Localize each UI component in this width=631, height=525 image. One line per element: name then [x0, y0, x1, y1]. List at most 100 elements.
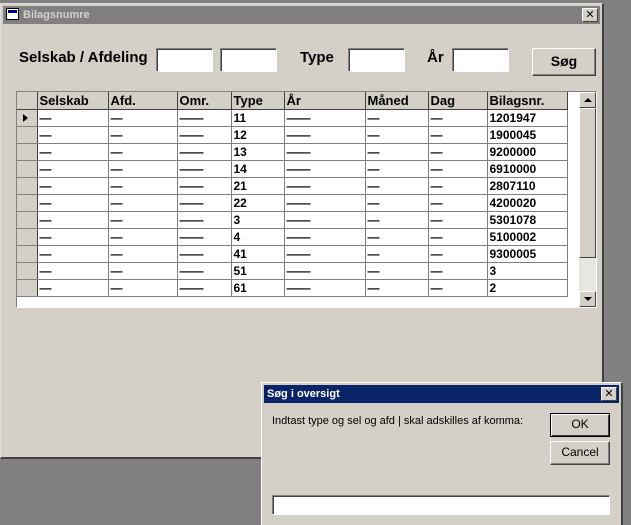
table-cell[interactable]: —	[37, 211, 109, 229]
table-cell[interactable]: 14	[231, 160, 285, 178]
table-cell[interactable]: 1900045	[487, 126, 568, 144]
table-cell[interactable]: ——	[284, 194, 366, 212]
table-cell[interactable]: —	[428, 228, 488, 246]
column-header[interactable]: Omr.	[177, 92, 232, 110]
table-cell[interactable]: 2	[487, 279, 568, 297]
table-cell[interactable]: —	[108, 194, 178, 212]
table-row[interactable]: — — —— 14 —— — —6910000	[17, 160, 568, 178]
table-cell[interactable]: 4200020	[487, 194, 568, 212]
table-cell[interactable]: ——	[177, 194, 232, 212]
table-cell[interactable]: ——	[284, 143, 366, 161]
table-cell[interactable]: —	[365, 109, 429, 127]
table-cell[interactable]: —	[428, 177, 488, 195]
table-cell[interactable]: —	[37, 126, 109, 144]
table-cell[interactable]: ——	[284, 279, 366, 297]
table-cell[interactable]: 6910000	[487, 160, 568, 178]
table-cell[interactable]: 4	[231, 228, 285, 246]
row-selector[interactable]	[17, 279, 38, 297]
row-selector[interactable]	[17, 194, 38, 212]
table-cell[interactable]: —	[37, 262, 109, 280]
search-query-input[interactable]	[272, 495, 610, 515]
scroll-down-button[interactable]	[579, 291, 596, 307]
row-selector[interactable]	[17, 109, 38, 127]
table-cell[interactable]: —	[428, 143, 488, 161]
table-cell[interactable]: —	[37, 245, 109, 263]
scroll-thumb[interactable]	[579, 108, 596, 258]
table-cell[interactable]: ——	[177, 177, 232, 195]
cancel-button[interactable]: Cancel	[550, 441, 610, 465]
table-cell[interactable]: —	[37, 228, 109, 246]
row-selector[interactable]	[17, 262, 38, 280]
table-cell[interactable]: 5301078	[487, 211, 568, 229]
table-row[interactable]: — — —— 21 —— — —2807110	[17, 177, 568, 195]
row-selector[interactable]	[17, 177, 38, 195]
table-cell[interactable]: —	[108, 279, 178, 297]
table-cell[interactable]: 12	[231, 126, 285, 144]
table-cell[interactable]: ——	[284, 245, 366, 263]
table-cell[interactable]: ——	[284, 109, 366, 127]
row-selector[interactable]	[17, 143, 38, 161]
table-cell[interactable]: —	[428, 194, 488, 212]
table-cell[interactable]: ——	[177, 228, 232, 246]
table-cell[interactable]: —	[428, 109, 488, 127]
table-cell[interactable]: 22	[231, 194, 285, 212]
table-cell[interactable]: —	[108, 262, 178, 280]
table-cell[interactable]: ——	[177, 279, 232, 297]
column-header[interactable]: Dag	[428, 92, 488, 110]
row-selector[interactable]	[17, 245, 38, 263]
table-cell[interactable]: —	[108, 109, 178, 127]
table-cell[interactable]: —	[37, 194, 109, 212]
table-cell[interactable]: ——	[177, 126, 232, 144]
row-selector[interactable]	[17, 126, 38, 144]
table-row[interactable]: — — —— 4 —— — —5100002	[17, 228, 568, 246]
table-cell[interactable]: 13	[231, 143, 285, 161]
table-row[interactable]: — — —— 12 —— — —1900045	[17, 126, 568, 144]
table-cell[interactable]: ——	[177, 160, 232, 178]
table-cell[interactable]: —	[365, 262, 429, 280]
table-cell[interactable]: —	[365, 177, 429, 195]
table-cell[interactable]: 41	[231, 245, 285, 263]
table-cell[interactable]: —	[108, 126, 178, 144]
table-cell[interactable]: 61	[231, 279, 285, 297]
table-cell[interactable]: —	[108, 160, 178, 178]
table-cell[interactable]: —	[365, 228, 429, 246]
column-header[interactable]: Selskab	[37, 92, 109, 110]
table-cell[interactable]: ——	[284, 177, 366, 195]
table-cell[interactable]: ——	[284, 262, 366, 280]
table-cell[interactable]: ——	[177, 109, 232, 127]
vertical-scrollbar[interactable]	[579, 92, 596, 307]
table-cell[interactable]: —	[428, 245, 488, 263]
table-cell[interactable]: 3	[231, 211, 285, 229]
table-cell[interactable]: ——	[177, 211, 232, 229]
table-cell[interactable]: —	[365, 245, 429, 263]
dialog-titlebar[interactable]: Søg i oversigt ✕	[264, 385, 619, 403]
dialog-close-button[interactable]: ✕	[601, 387, 617, 401]
table-row[interactable]: — — —— 11 —— — —1201947	[17, 109, 568, 127]
table-cell[interactable]: —	[365, 279, 429, 297]
table-cell[interactable]: —	[365, 194, 429, 212]
year-input[interactable]	[452, 48, 509, 72]
row-selector[interactable]	[17, 160, 38, 178]
close-button[interactable]: ✕	[582, 8, 598, 22]
table-cell[interactable]: 1201947	[487, 109, 568, 127]
table-cell[interactable]: —	[428, 262, 488, 280]
table-cell[interactable]: —	[37, 160, 109, 178]
table-cell[interactable]: 11	[231, 109, 285, 127]
column-header[interactable]: År	[284, 92, 366, 110]
table-cell[interactable]: —	[365, 160, 429, 178]
column-header[interactable]: Bilagsnr.	[487, 92, 568, 110]
table-cell[interactable]: 51	[231, 262, 285, 280]
main-titlebar[interactable]: Bilagsnumre ✕	[3, 6, 600, 24]
row-selector[interactable]	[17, 228, 38, 246]
column-header[interactable]: Måned	[365, 92, 429, 110]
table-cell[interactable]: 2807110	[487, 177, 568, 195]
table-cell[interactable]: ——	[284, 160, 366, 178]
ok-button[interactable]: OK	[550, 413, 610, 437]
table-cell[interactable]: ——	[284, 211, 366, 229]
column-header[interactable]: Type	[231, 92, 285, 110]
search-button[interactable]: Søg	[532, 48, 596, 76]
row-selector[interactable]	[17, 211, 38, 229]
type-input[interactable]	[348, 48, 405, 72]
table-cell[interactable]: 9200000	[487, 143, 568, 161]
table-cell[interactable]: ——	[177, 262, 232, 280]
